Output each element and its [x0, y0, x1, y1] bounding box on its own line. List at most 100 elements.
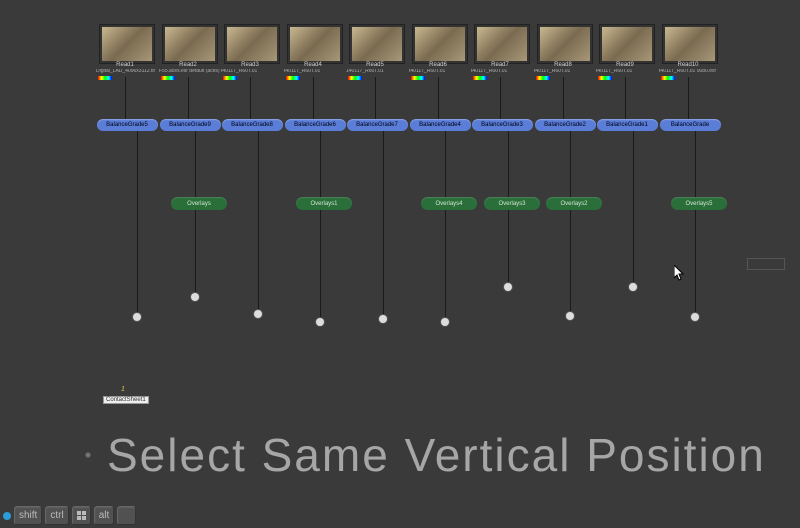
overlays-label: Overlays4	[435, 201, 462, 207]
edge	[438, 77, 439, 119]
overlays-label: Overlays5	[685, 201, 712, 207]
read-node-filename: t40117_R60T.01	[596, 69, 658, 74]
edge	[500, 77, 501, 119]
color-swatch	[473, 76, 487, 80]
edge	[445, 131, 446, 318]
balance-grade-node[interactable]: BalanceGrade1	[597, 119, 658, 131]
balance-grade-label: BalanceGrade5	[106, 122, 148, 128]
balance-grade-node[interactable]: BalanceGrade3	[472, 119, 533, 131]
modifier-key-label: shift	[19, 510, 37, 521]
edge	[375, 77, 376, 119]
dot-node[interactable]	[133, 313, 141, 321]
overlays-label: Overlays2	[560, 201, 587, 207]
read-node-filename: t40117_R60T.01	[409, 69, 471, 74]
edge	[625, 77, 626, 119]
edge	[258, 131, 259, 310]
color-swatch	[286, 76, 300, 80]
overlays-label: Overlays3	[498, 201, 525, 207]
minimap[interactable]	[747, 258, 785, 270]
balance-grade-label: BalanceGrade4	[419, 122, 461, 128]
modifier-key-button[interactable]: shift	[14, 506, 42, 525]
read-node-label: Read5	[350, 62, 400, 68]
read-node-label: Read4	[288, 62, 338, 68]
read-node-thumbnail[interactable]	[413, 25, 467, 63]
read-node-label: Read6	[413, 62, 463, 68]
dot-node[interactable]	[441, 318, 449, 326]
overlays-node[interactable]: Overlays4	[421, 197, 477, 210]
edge	[633, 131, 634, 283]
contact-sheet-label: ContactSheet1	[106, 397, 146, 403]
dot-node[interactable]	[379, 315, 387, 323]
read-node-filename: 140117_R60T.01	[346, 69, 408, 74]
modifier-key-label: ctrl	[50, 510, 63, 521]
balance-grade-node[interactable]: BalanceGrade6	[285, 119, 346, 131]
color-swatch	[223, 76, 237, 80]
read-node-filename: t40117_R60T.01	[471, 69, 533, 74]
modifier-key-toolbar: shift ctrl alt	[3, 506, 136, 525]
balance-grade-node[interactable]: BalanceGrade2	[535, 119, 596, 131]
balance-grade-label: BalanceGrade7	[356, 122, 398, 128]
balance-grade-label: BalanceGrade9	[169, 122, 211, 128]
balance-grade-label: BalanceGrade2	[544, 122, 586, 128]
overlays-node[interactable]: Overlays2	[546, 197, 602, 210]
read-node-label: Read10	[663, 62, 713, 68]
read-node-thumbnail[interactable]	[663, 25, 717, 63]
read-node-thumbnail[interactable]	[538, 25, 592, 63]
read-node-label: Read9	[600, 62, 650, 68]
read-node-thumbnail[interactable]	[350, 25, 404, 63]
contact-sheet-index: 1	[121, 386, 125, 393]
dot-node[interactable]	[629, 283, 637, 291]
read-node-thumbnail[interactable]	[100, 25, 154, 63]
dot-node[interactable]	[691, 313, 699, 321]
read-node-filename: Digital_LAD_4096x3112.tif	[96, 69, 158, 74]
caption-text: Select Same Vertical Position	[107, 428, 766, 482]
overlays-node[interactable]: Overlays3	[484, 197, 540, 210]
balance-grade-label: BalanceGrade6	[294, 122, 336, 128]
read-node-thumbnail[interactable]	[475, 25, 529, 63]
read-node-label: Read3	[225, 62, 275, 68]
balance-grade-label: BalanceGrade	[671, 122, 709, 128]
modifier-key-button[interactable]: ctrl	[45, 506, 68, 525]
modifier-key-button[interactable]: alt	[94, 506, 115, 525]
modifier-key-button[interactable]	[117, 506, 136, 525]
read-node-label: Read2	[163, 62, 213, 68]
balance-grade-node[interactable]: BalanceGrade4	[410, 119, 471, 131]
read-node-thumbnail[interactable]	[600, 25, 654, 63]
read-node-thumbnail[interactable]	[163, 25, 217, 63]
modifier-key-button[interactable]	[72, 506, 91, 525]
read-node-label: Read8	[538, 62, 588, 68]
edge	[250, 77, 251, 119]
dot-node[interactable]	[504, 283, 512, 291]
read-node-thumbnail[interactable]	[225, 25, 279, 63]
edge	[570, 131, 571, 312]
edge	[695, 131, 696, 313]
balance-grade-node[interactable]: BalanceGrade5	[97, 119, 158, 131]
color-swatch	[661, 76, 675, 80]
color-swatch	[411, 76, 425, 80]
edge	[195, 131, 196, 293]
balance-grade-node[interactable]: BalanceGrade8	[222, 119, 283, 131]
overlays-node[interactable]: Overlays1	[296, 197, 352, 210]
color-swatch	[598, 76, 612, 80]
overlays-node[interactable]: Overlays	[171, 197, 227, 210]
dot-node[interactable]	[191, 293, 199, 301]
overlays-node[interactable]: Overlays5	[671, 197, 727, 210]
dot-node[interactable]	[316, 318, 324, 326]
balance-grade-node[interactable]: BalanceGrade	[660, 119, 721, 131]
balance-grade-node[interactable]: BalanceGrade7	[347, 119, 408, 131]
dot-node[interactable]	[254, 310, 262, 318]
dot-node[interactable]	[566, 312, 574, 320]
read-node-thumbnail[interactable]	[288, 25, 342, 63]
edge	[188, 77, 189, 119]
read-node-filename: t40117_R60T.01	[534, 69, 596, 74]
edge	[320, 131, 321, 318]
balance-grade-label: BalanceGrade8	[231, 122, 273, 128]
color-swatch	[98, 76, 112, 80]
contact-sheet-node[interactable]: ContactSheet1	[103, 396, 149, 404]
read-node-label: Read1	[100, 62, 150, 68]
read-node-filename: F55.aces.exr default (aces)	[159, 69, 221, 74]
edge	[383, 131, 384, 315]
balance-grade-label: BalanceGrade1	[606, 122, 648, 128]
balance-grade-node[interactable]: BalanceGrade9	[160, 119, 221, 131]
color-swatch	[161, 76, 175, 80]
